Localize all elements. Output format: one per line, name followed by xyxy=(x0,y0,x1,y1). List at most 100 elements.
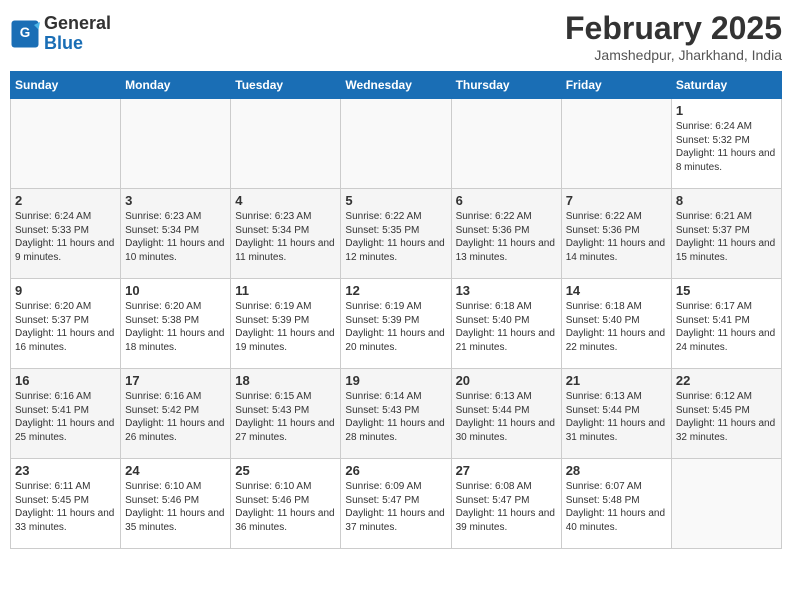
day-number: 19 xyxy=(345,373,446,388)
day-number: 14 xyxy=(566,283,667,298)
calendar-cell: 26Sunrise: 6:09 AM Sunset: 5:47 PM Dayli… xyxy=(341,459,451,549)
calendar-cell: 22Sunrise: 6:12 AM Sunset: 5:45 PM Dayli… xyxy=(671,369,781,459)
day-number: 9 xyxy=(15,283,116,298)
day-info: Sunrise: 6:24 AM Sunset: 5:32 PM Dayligh… xyxy=(676,120,777,174)
day-info: Sunrise: 6:23 AM Sunset: 5:34 PM Dayligh… xyxy=(125,210,226,264)
day-info: Sunrise: 6:19 AM Sunset: 5:39 PM Dayligh… xyxy=(345,300,446,354)
calendar-cell xyxy=(341,99,451,189)
header-thursday: Thursday xyxy=(451,72,561,99)
calendar-cell xyxy=(121,99,231,189)
day-info: Sunrise: 6:10 AM Sunset: 5:46 PM Dayligh… xyxy=(125,480,226,534)
calendar-cell: 7 Sunrise: 6:22 AM Sunset: 5:36 PM Daylig… xyxy=(561,189,671,279)
day-info: Sunrise: 6:22 AM Sunset: 5:35 PM Dayligh… xyxy=(345,210,446,264)
day-info: Sunrise: 6:23 AM Sunset: 5:34 PM Dayligh… xyxy=(235,210,336,264)
calendar-cell: 1 Sunrise: 6:24 AM Sunset: 5:32 PM Daylig… xyxy=(671,99,781,189)
calendar-cell: 3 Sunrise: 6:23 AM Sunset: 5:34 PM Daylig… xyxy=(121,189,231,279)
calendar-table: SundayMondayTuesdayWednesdayThursdayFrid… xyxy=(10,71,782,549)
calendar-cell: 6 Sunrise: 6:22 AM Sunset: 5:36 PM Daylig… xyxy=(451,189,561,279)
calendar-cell: 10 Sunrise: 6:20 AM Sunset: 5:38 PM Dayli… xyxy=(121,279,231,369)
calendar-cell: 17 Sunrise: 6:16 AM Sunset: 5:42 PM Dayli… xyxy=(121,369,231,459)
header-friday: Friday xyxy=(561,72,671,99)
header-monday: Monday xyxy=(121,72,231,99)
week-row-4: 23Sunrise: 6:11 AM Sunset: 5:45 PM Dayli… xyxy=(11,459,782,549)
calendar-cell: 21 Sunrise: 6:13 AM Sunset: 5:44 PM Dayli… xyxy=(561,369,671,459)
day-info: Sunrise: 6:16 AM Sunset: 5:42 PM Dayligh… xyxy=(125,390,226,444)
page-header: G General Blue February 2025 Jamshedpur,… xyxy=(10,10,782,63)
calendar-cell xyxy=(671,459,781,549)
day-number: 3 xyxy=(125,193,226,208)
week-row-3: 16 Sunrise: 6:16 AM Sunset: 5:41 PM Dayli… xyxy=(11,369,782,459)
calendar-cell xyxy=(231,99,341,189)
calendar-cell: 28 Sunrise: 6:07 AM Sunset: 5:48 PM Dayli… xyxy=(561,459,671,549)
day-info: Sunrise: 6:09 AM Sunset: 5:47 PM Dayligh… xyxy=(345,480,446,534)
day-number: 28 xyxy=(566,463,667,478)
day-number: 24 xyxy=(125,463,226,478)
day-number: 7 xyxy=(566,193,667,208)
day-number: 21 xyxy=(566,373,667,388)
day-info: Sunrise: 6:14 AM Sunset: 5:43 PM Dayligh… xyxy=(345,390,446,444)
calendar-cell: 8Sunrise: 6:21 AM Sunset: 5:37 PM Daylig… xyxy=(671,189,781,279)
day-number: 12 xyxy=(345,283,446,298)
day-info: Sunrise: 6:07 AM Sunset: 5:48 PM Dayligh… xyxy=(566,480,667,534)
calendar-cell: 15 Sunrise: 6:17 AM Sunset: 5:41 PM Dayli… xyxy=(671,279,781,369)
calendar-cell xyxy=(561,99,671,189)
day-info: Sunrise: 6:22 AM Sunset: 5:36 PM Dayligh… xyxy=(456,210,557,264)
day-info: Sunrise: 6:18 AM Sunset: 5:40 PM Dayligh… xyxy=(566,300,667,354)
location-subtitle: Jamshedpur, Jharkhand, India xyxy=(565,47,782,63)
month-title: February 2025 xyxy=(565,10,782,47)
day-info: Sunrise: 6:13 AM Sunset: 5:44 PM Dayligh… xyxy=(566,390,667,444)
calendar-cell: 14 Sunrise: 6:18 AM Sunset: 5:40 PM Dayli… xyxy=(561,279,671,369)
calendar-cell: 18 Sunrise: 6:15 AM Sunset: 5:43 PM Dayli… xyxy=(231,369,341,459)
day-number: 11 xyxy=(235,283,336,298)
calendar-cell: 4 Sunrise: 6:23 AM Sunset: 5:34 PM Daylig… xyxy=(231,189,341,279)
day-info: Sunrise: 6:08 AM Sunset: 5:47 PM Dayligh… xyxy=(456,480,557,534)
logo-line1: General xyxy=(44,14,111,34)
day-number: 1 xyxy=(676,103,777,118)
day-info: Sunrise: 6:20 AM Sunset: 5:38 PM Dayligh… xyxy=(125,300,226,354)
day-number: 17 xyxy=(125,373,226,388)
day-number: 10 xyxy=(125,283,226,298)
day-number: 16 xyxy=(15,373,116,388)
day-number: 6 xyxy=(456,193,557,208)
header-tuesday: Tuesday xyxy=(231,72,341,99)
day-info: Sunrise: 6:22 AM Sunset: 5:36 PM Dayligh… xyxy=(566,210,667,264)
calendar-cell: 5 Sunrise: 6:22 AM Sunset: 5:35 PM Daylig… xyxy=(341,189,451,279)
day-info: Sunrise: 6:15 AM Sunset: 5:43 PM Dayligh… xyxy=(235,390,336,444)
calendar-cell: 12 Sunrise: 6:19 AM Sunset: 5:39 PM Dayli… xyxy=(341,279,451,369)
calendar-cell: 16 Sunrise: 6:16 AM Sunset: 5:41 PM Dayli… xyxy=(11,369,121,459)
logo: G General Blue xyxy=(10,14,111,54)
calendar-cell: 2Sunrise: 6:24 AM Sunset: 5:33 PM Daylig… xyxy=(11,189,121,279)
day-info: Sunrise: 6:17 AM Sunset: 5:41 PM Dayligh… xyxy=(676,300,777,354)
day-number: 5 xyxy=(345,193,446,208)
calendar-header-row: SundayMondayTuesdayWednesdayThursdayFrid… xyxy=(11,72,782,99)
calendar-cell: 13 Sunrise: 6:18 AM Sunset: 5:40 PM Dayli… xyxy=(451,279,561,369)
day-info: Sunrise: 6:10 AM Sunset: 5:46 PM Dayligh… xyxy=(235,480,336,534)
title-block: February 2025 Jamshedpur, Jharkhand, Ind… xyxy=(565,10,782,63)
calendar-cell xyxy=(11,99,121,189)
day-number: 25 xyxy=(235,463,336,478)
calendar-cell: 25 Sunrise: 6:10 AM Sunset: 5:46 PM Dayli… xyxy=(231,459,341,549)
day-number: 18 xyxy=(235,373,336,388)
header-wednesday: Wednesday xyxy=(341,72,451,99)
svg-text:G: G xyxy=(20,25,31,40)
week-row-1: 2Sunrise: 6:24 AM Sunset: 5:33 PM Daylig… xyxy=(11,189,782,279)
day-info: Sunrise: 6:20 AM Sunset: 5:37 PM Dayligh… xyxy=(15,300,116,354)
day-info: Sunrise: 6:13 AM Sunset: 5:44 PM Dayligh… xyxy=(456,390,557,444)
header-saturday: Saturday xyxy=(671,72,781,99)
logo-line2: Blue xyxy=(44,34,111,54)
day-info: Sunrise: 6:19 AM Sunset: 5:39 PM Dayligh… xyxy=(235,300,336,354)
header-sunday: Sunday xyxy=(11,72,121,99)
day-number: 8 xyxy=(676,193,777,208)
calendar-cell: 9 Sunrise: 6:20 AM Sunset: 5:37 PM Daylig… xyxy=(11,279,121,369)
calendar-cell: 27Sunrise: 6:08 AM Sunset: 5:47 PM Dayli… xyxy=(451,459,561,549)
calendar-body: 1 Sunrise: 6:24 AM Sunset: 5:32 PM Daylig… xyxy=(11,99,782,549)
day-number: 4 xyxy=(235,193,336,208)
day-number: 20 xyxy=(456,373,557,388)
calendar-cell xyxy=(451,99,561,189)
day-info: Sunrise: 6:18 AM Sunset: 5:40 PM Dayligh… xyxy=(456,300,557,354)
day-number: 13 xyxy=(456,283,557,298)
logo-icon: G xyxy=(10,19,40,49)
day-info: Sunrise: 6:16 AM Sunset: 5:41 PM Dayligh… xyxy=(15,390,116,444)
day-number: 15 xyxy=(676,283,777,298)
day-number: 22 xyxy=(676,373,777,388)
